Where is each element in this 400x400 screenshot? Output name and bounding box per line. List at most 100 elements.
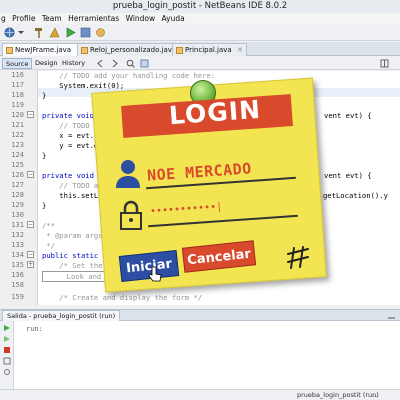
tab-label: NewJFrame.java: [15, 46, 72, 54]
menu-item-ayuda[interactable]: Ayuda: [162, 14, 185, 23]
forward-icon[interactable]: [110, 59, 119, 68]
line-number: 122: [11, 131, 24, 139]
code-line: y = evt.g: [42, 141, 99, 150]
line-number: 116: [11, 71, 24, 79]
search-icon[interactable]: [126, 59, 135, 68]
line-number: 117: [11, 81, 24, 89]
fold-toggle[interactable]: −: [27, 171, 34, 178]
line-number: 124: [11, 151, 24, 159]
java-file-icon: [6, 47, 13, 54]
toggle-bookmark-icon[interactable]: [140, 59, 149, 68]
line-number: 121: [11, 121, 24, 129]
line-number: 119: [11, 101, 24, 109]
code-line: private void: [42, 111, 99, 120]
code-line: // TODO add your handling code here:: [42, 71, 216, 80]
line-number: 135: [11, 261, 24, 269]
editor-tabs: NewJFrame.java ✕ Reloj_personalizado.jav…: [0, 42, 400, 56]
java-file-icon: [176, 47, 183, 54]
profile-icon[interactable]: [95, 27, 106, 38]
split-view-icon[interactable]: [380, 59, 389, 68]
tab-label: Principal.java: [185, 46, 232, 54]
line-number: 125: [11, 161, 24, 169]
line-number: 130: [11, 211, 24, 219]
line-number: 129: [11, 201, 24, 209]
code-line-fragment: vent evt) {: [324, 171, 372, 180]
code-line: public static v: [42, 251, 107, 260]
fold-toggle[interactable]: +: [27, 261, 34, 268]
menu-item-herramientas[interactable]: Herramientas: [68, 14, 119, 23]
rerun-icon[interactable]: [3, 324, 11, 332]
menu-item-profile[interactable]: Profile: [12, 14, 35, 23]
line-number: 133: [11, 241, 24, 249]
window-title: prueba_login_postit - NetBeans IDE 8.0.2: [0, 0, 400, 13]
code-line: System.exit(0);: [42, 81, 125, 90]
menu-bar: g Profile Team Herramientas Window Ayuda: [0, 13, 400, 24]
code-line-fragment: vent evt) {: [324, 111, 372, 120]
clean-build-icon[interactable]: [49, 27, 60, 38]
line-number: 128: [11, 191, 24, 199]
line-number: 158: [11, 281, 24, 289]
close-icon[interactable]: ✕: [237, 44, 243, 57]
close-hash-icon[interactable]: [286, 246, 310, 270]
tab-principal[interactable]: Principal.java ✕: [172, 43, 247, 56]
rerun-different-icon[interactable]: [3, 335, 11, 343]
code-line: Look and f: [42, 271, 113, 282]
code-line: this.setLo: [42, 191, 103, 200]
code-line: /* Set the: [42, 261, 103, 270]
tab-newjframe[interactable]: NewJFrame.java ✕: [2, 43, 87, 56]
hammer-icon[interactable]: [34, 27, 45, 38]
clear-icon[interactable]: [3, 357, 11, 365]
dropdown-arrow-icon[interactable]: [18, 27, 24, 38]
line-number: 120: [11, 111, 24, 119]
fold-toggle[interactable]: −: [27, 111, 34, 118]
globe-icon[interactable]: [4, 27, 15, 38]
main-toolbar: [0, 24, 400, 41]
status-position: ...: [372, 391, 379, 399]
code-line-fragment: is.getLocation().y: [310, 191, 388, 200]
menu-item-team[interactable]: Team: [42, 14, 62, 23]
code-line: /**: [42, 221, 55, 230]
line-number: 131: [11, 221, 24, 229]
lock-icon: [120, 200, 142, 230]
code-line: // TODO a: [42, 121, 99, 130]
status-project: prueba_login_postit (run): [297, 391, 379, 399]
java-file-icon: [81, 47, 88, 54]
line-number: 123: [11, 141, 24, 149]
code-line: private void: [42, 171, 99, 180]
menu-item-g[interactable]: g: [1, 14, 6, 23]
output-text: run:: [26, 325, 43, 333]
line-number: 134: [11, 251, 24, 259]
output-side-toolbar: [0, 321, 14, 389]
code-line: }: [42, 151, 47, 160]
output-tab[interactable]: Salida - prueba_login_postit (run): [2, 310, 121, 321]
output-console[interactable]: run:: [14, 321, 400, 389]
minimize-icon[interactable]: [387, 311, 396, 320]
line-number: 132: [11, 231, 24, 239]
back-icon[interactable]: [96, 59, 105, 68]
user-icon: [116, 160, 140, 188]
design-button[interactable]: Design: [32, 58, 60, 69]
code-line: // TODO a: [42, 181, 99, 190]
line-number: 118: [11, 91, 24, 99]
settings-icon[interactable]: [3, 368, 11, 376]
status-bar: prueba_login_postit (run) ...: [0, 389, 400, 400]
source-button[interactable]: Source: [2, 58, 33, 69]
hand-cursor-icon: [148, 266, 162, 282]
fold-toggle[interactable]: −: [27, 221, 34, 228]
run-icon[interactable]: [65, 27, 76, 38]
fold-toggle[interactable]: −: [27, 251, 34, 258]
stop-icon[interactable]: [3, 346, 11, 354]
code-line: }: [42, 201, 47, 210]
line-number: 159: [11, 293, 24, 301]
debug-icon[interactable]: [80, 27, 91, 38]
line-number: 136: [11, 271, 24, 279]
code-line: }: [42, 91, 47, 100]
code-line: /* Create and display the form */: [42, 293, 203, 302]
history-button[interactable]: History: [59, 58, 88, 69]
line-number: 127: [11, 181, 24, 189]
menu-item-window[interactable]: Window: [126, 14, 156, 23]
editor-toolbar: Source Design History: [0, 57, 400, 70]
line-number: 126: [11, 171, 24, 179]
code-line: * @param args: [42, 231, 103, 240]
code-line: x = evt.g: [42, 131, 99, 140]
